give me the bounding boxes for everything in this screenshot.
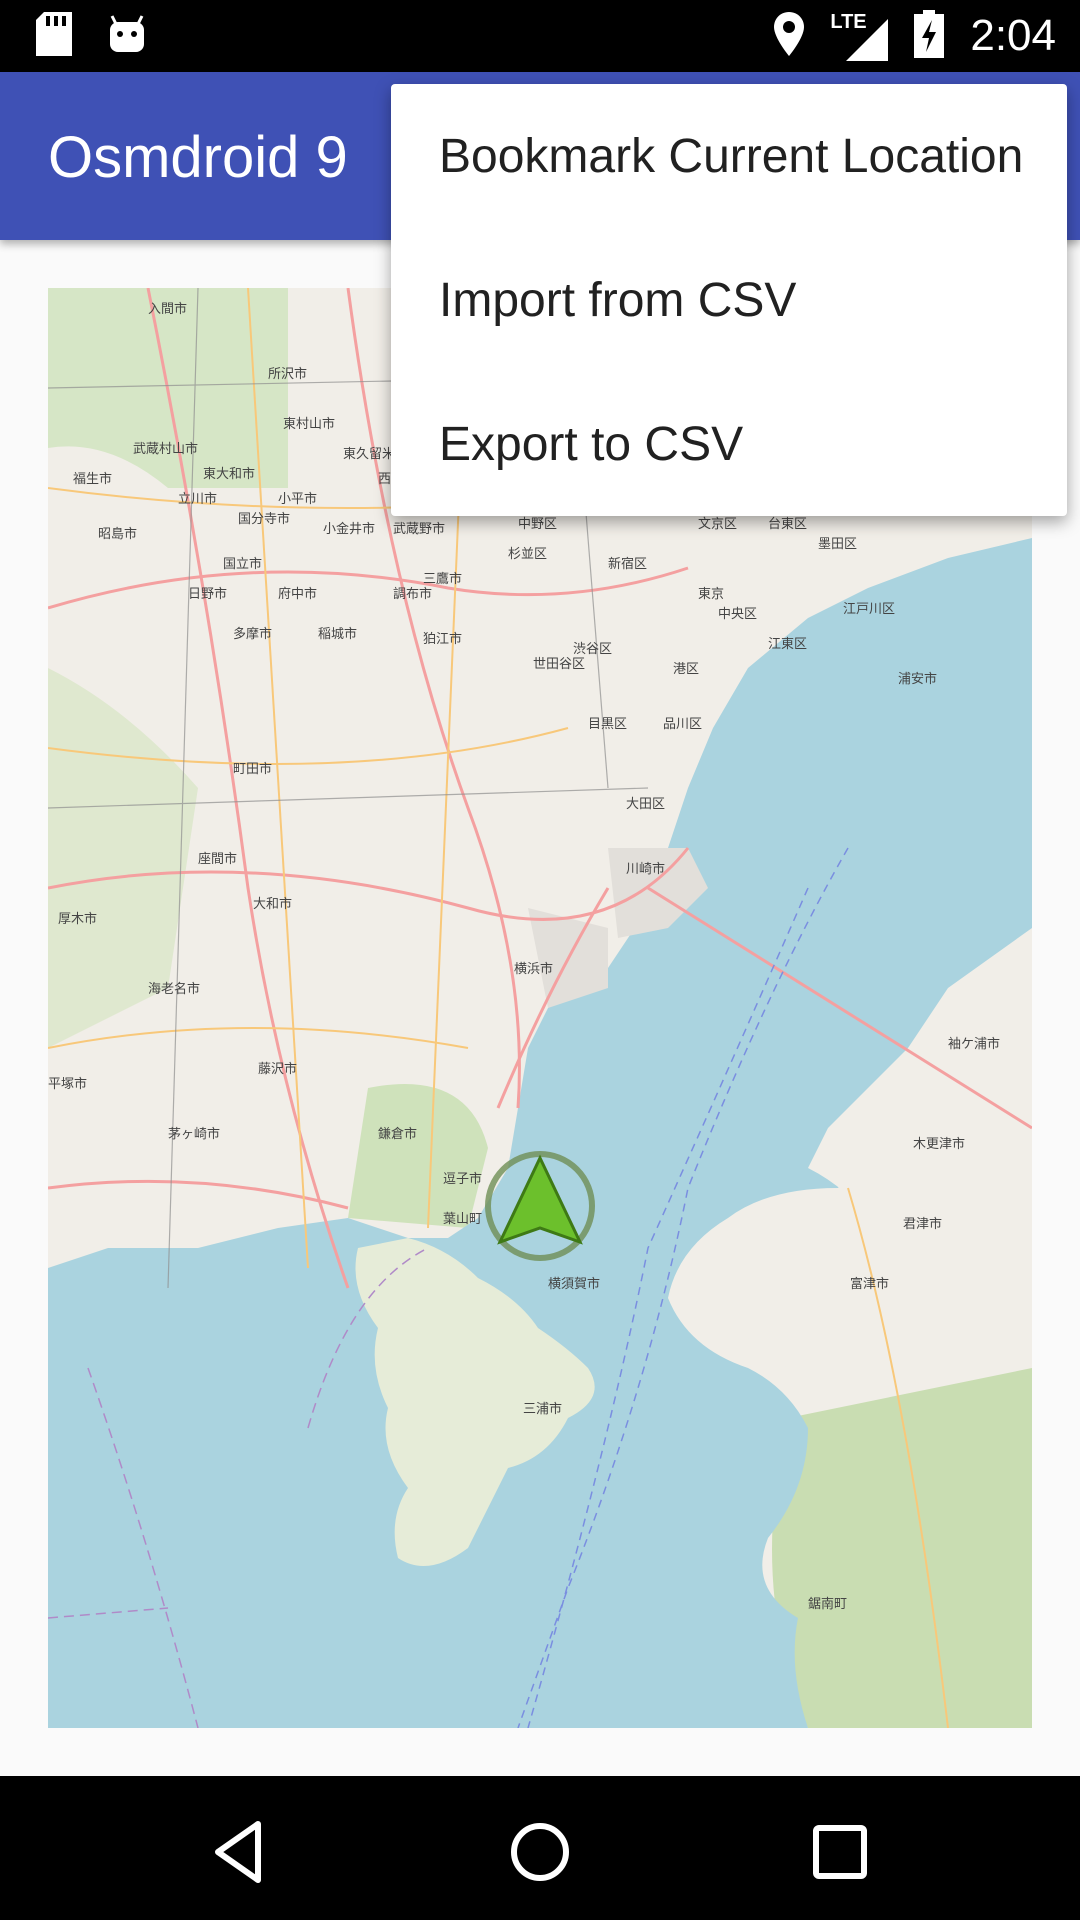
- location-icon: [774, 11, 805, 61]
- map-label: 国分寺市: [238, 511, 290, 527]
- map-label: 葉山町: [443, 1212, 482, 1227]
- battery-charging-icon: [914, 9, 945, 63]
- app-title: Osmdroid 9: [48, 125, 348, 190]
- map-label: 目黒区: [588, 717, 627, 732]
- map-label: 町田市: [233, 761, 272, 777]
- map-label: 鋸南町: [808, 1596, 847, 1612]
- map-label: 逗子市: [443, 1171, 482, 1187]
- map-label: 稲城市: [318, 626, 357, 642]
- map-label: 中央区: [718, 607, 757, 622]
- sd-card-icon: [36, 12, 72, 61]
- map-label: 立川市: [178, 491, 217, 507]
- map-label: 小金井市: [323, 521, 375, 537]
- map-label: 多摩市: [233, 626, 272, 642]
- map-label: 所沢市: [268, 366, 307, 382]
- map-label: 東京: [698, 586, 724, 602]
- map-label: 君津市: [903, 1216, 942, 1232]
- map-label: 袖ケ浦市: [948, 1036, 1000, 1052]
- menu-item-export-to-csv[interactable]: Export to CSV: [391, 372, 1067, 516]
- map-label: 木更津市: [913, 1136, 965, 1152]
- map-label: 海老名市: [148, 981, 200, 997]
- clock: 2:04: [970, 11, 1056, 60]
- map-label: 平塚市: [48, 1076, 87, 1092]
- map-label: 新宿区: [608, 556, 647, 572]
- map-label: 杉並区: [508, 547, 547, 562]
- map-label: 三鷹市: [423, 571, 462, 587]
- map-label: 東大和市: [203, 466, 255, 482]
- menu-item-bookmark-current-location[interactable]: Bookmark Current Location: [391, 84, 1067, 228]
- map-label: 国立市: [223, 556, 262, 572]
- map-label: 入間市: [148, 301, 187, 317]
- map-label: 横須賀市: [548, 1276, 600, 1292]
- map-label: 中野区: [518, 517, 557, 532]
- map-label: 東村山市: [283, 416, 335, 432]
- map-label: 横浜市: [514, 961, 553, 977]
- signal-icon: LTE: [830, 11, 889, 61]
- overflow-menu: Bookmark Current Location Import from CS…: [391, 84, 1067, 516]
- navigation-bar: [0, 1776, 1080, 1920]
- map-label: 墨田区: [818, 537, 857, 552]
- map-label: 大和市: [253, 896, 292, 912]
- home-icon[interactable]: [500, 1812, 580, 1892]
- map-label: 藤沢市: [258, 1061, 297, 1077]
- status-bar: LTE 2:04: [0, 0, 1080, 72]
- map-label: 日野市: [188, 586, 227, 602]
- map-label: 川崎市: [626, 861, 665, 877]
- map-label: 小平市: [278, 491, 317, 507]
- map-label: 浦安市: [898, 671, 937, 687]
- map-label: 調布市: [393, 586, 432, 602]
- location-arrow-icon: [485, 1151, 595, 1261]
- map-label: 福生市: [73, 471, 112, 487]
- map-label: 世田谷区: [533, 657, 585, 672]
- map-label: 府中市: [278, 586, 317, 602]
- map-label: 文京区: [698, 517, 737, 532]
- map-label: 大田区: [626, 797, 665, 812]
- map-label: 渋谷区: [573, 642, 612, 657]
- map-label: 鎌倉市: [378, 1126, 417, 1142]
- map-label: 品川区: [663, 717, 702, 732]
- map-label: 三浦市: [523, 1401, 562, 1417]
- map-label: 狛江市: [423, 631, 462, 647]
- recents-icon[interactable]: [800, 1812, 880, 1892]
- map-label: 台東区: [768, 516, 807, 532]
- android-icon: [108, 14, 146, 59]
- map-label: 江戸川区: [843, 602, 895, 617]
- map-label: 武蔵野市: [393, 521, 445, 537]
- map-label: 茅ヶ崎市: [168, 1126, 220, 1142]
- map-label: 昭島市: [98, 526, 137, 542]
- map-label: 厚木市: [58, 911, 97, 927]
- back-icon[interactable]: [200, 1812, 280, 1892]
- map-label: 江東区: [768, 636, 807, 652]
- map-label: 武蔵村山市: [133, 441, 198, 457]
- map-label: 富津市: [850, 1276, 889, 1292]
- menu-item-import-from-csv[interactable]: Import from CSV: [391, 228, 1067, 372]
- map-label: 座間市: [198, 851, 237, 867]
- map-label: 港区: [673, 662, 699, 677]
